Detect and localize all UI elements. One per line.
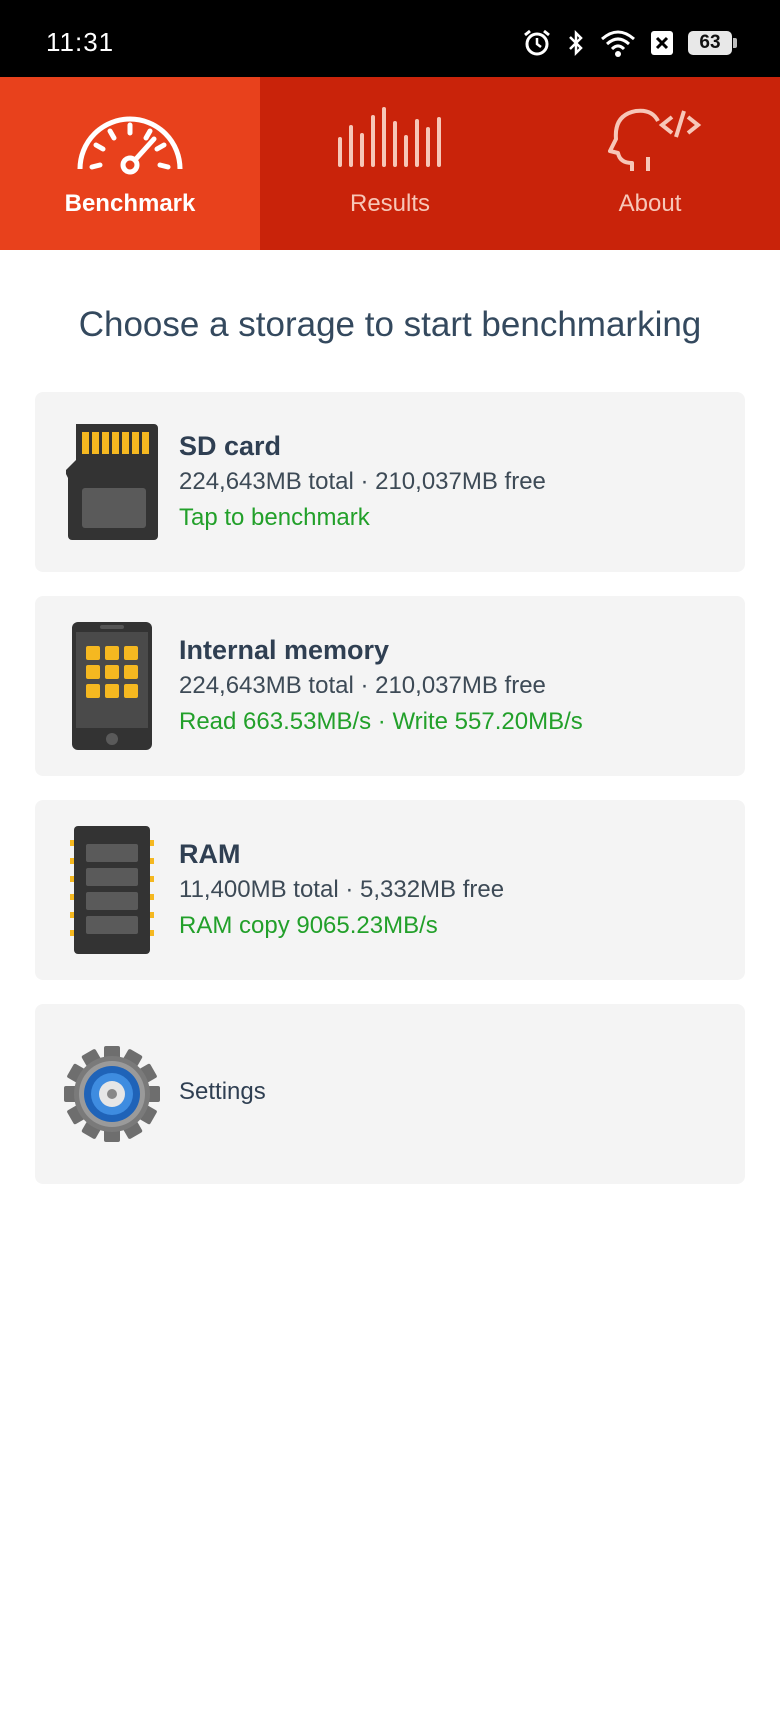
tab-bar: Benchmark Results About (0, 77, 780, 250)
card-details: 224,643MB total · 210,037MB free (179, 468, 546, 495)
tab-label: Benchmark (64, 190, 196, 217)
card-text: RAM 11,400MB total · 5,332MB free RAM co… (179, 836, 725, 944)
card-text: Internal memory 224,643MB total · 210,03… (179, 632, 725, 740)
speedometer-icon (77, 116, 183, 175)
page-heading: Choose a storage to start benchmarking (78, 305, 702, 344)
card-title: SD card (179, 431, 282, 461)
settings-label: Settings (179, 1078, 266, 1105)
card-title: RAM (179, 839, 241, 869)
tab-about[interactable]: About (520, 77, 780, 250)
card-text: SD card 224,643MB total · 210,037MB free… (179, 428, 725, 536)
tab-benchmark[interactable]: Benchmark (0, 77, 260, 250)
card-title: Internal memory (179, 635, 390, 665)
card-status: RAM copy 9065.23MB/s (179, 912, 438, 939)
settings-card[interactable]: Settings (35, 1004, 745, 1184)
sd-card-icon (57, 422, 167, 542)
alarm-icon (524, 29, 550, 56)
no-sim-icon (651, 31, 673, 55)
gear-icon (57, 1034, 167, 1154)
card-details: 224,643MB total · 210,037MB free (179, 672, 546, 699)
wifi-icon (601, 30, 635, 57)
storage-card-sd[interactable]: SD card 224,643MB total · 210,037MB free… (35, 392, 745, 572)
status-bar: 11:31 63 (0, 0, 780, 77)
card-status: Read 663.53MB/s · Write 557.20MB/s (179, 708, 583, 735)
card-status: Tap to benchmark (179, 504, 370, 531)
status-time: 11:31 (46, 27, 115, 57)
head-code-icon (608, 108, 702, 171)
storage-card-ram[interactable]: RAM 11,400MB total · 5,332MB free RAM co… (35, 800, 745, 980)
tab-label: About (618, 190, 682, 217)
status-icons: 63 (522, 26, 737, 60)
storage-card-internal[interactable]: Internal memory 224,643MB total · 210,03… (35, 596, 745, 776)
bars-icon (338, 107, 441, 167)
tab-results[interactable]: Results (260, 77, 520, 250)
tab-label: Results (349, 190, 431, 217)
bluetooth-icon (569, 29, 583, 57)
phone-icon (57, 622, 167, 750)
ram-chip-icon (57, 826, 167, 954)
card-details: 11,400MB total · 5,332MB free (179, 876, 505, 903)
battery-level: 63 (699, 32, 721, 53)
battery-indicator: 63 (688, 31, 737, 55)
